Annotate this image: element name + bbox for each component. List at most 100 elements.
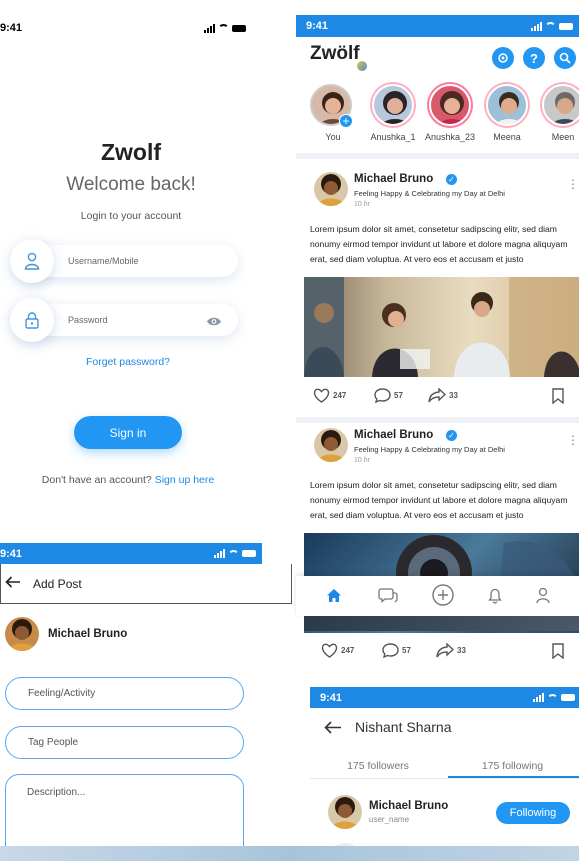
comment-icon xyxy=(382,643,399,658)
system-icons xyxy=(204,23,246,33)
post-place[interactable]: Delhi xyxy=(488,189,505,198)
add-post-username: Michael Bruno xyxy=(48,628,128,640)
like-button[interactable]: 247 xyxy=(321,643,354,658)
feed-logo: Zwölf xyxy=(310,43,360,64)
share-icon xyxy=(436,643,454,658)
post-time: 10 hr xyxy=(354,201,370,208)
following-screen: 9:41 Nishant Sharna 175 followers 175 fo… xyxy=(310,687,579,861)
avatar xyxy=(314,172,348,206)
post-status-text: Feeling Happy & Celebrating my Day at xyxy=(354,189,486,198)
story-item[interactable]: Meena xyxy=(481,82,533,142)
system-icons xyxy=(533,693,575,702)
status-bar: 9:41 xyxy=(0,22,262,34)
divider xyxy=(296,417,579,423)
back-arrow-icon[interactable] xyxy=(5,575,21,593)
post-place[interactable]: Delhi xyxy=(488,445,505,454)
story-item[interactable]: Meen xyxy=(537,82,579,142)
signup-link[interactable]: Sign up here xyxy=(155,474,215,486)
bottom-nav xyxy=(296,576,579,616)
avatar xyxy=(328,795,362,829)
status-time: 9:41 xyxy=(0,547,23,560)
post-author[interactable]: Michael Bruno xyxy=(354,429,433,441)
add-post-status-bar: 9:41 xyxy=(0,543,262,564)
story-you[interactable]: + You xyxy=(308,82,358,142)
post-author[interactable]: Michael Bruno xyxy=(354,173,433,185)
help-icon[interactable]: ? xyxy=(523,47,545,69)
post-image[interactable] xyxy=(304,277,579,377)
home-icon[interactable] xyxy=(326,588,342,608)
username-input[interactable]: Username/Mobile xyxy=(68,256,139,266)
comment-count: 57 xyxy=(394,391,403,400)
plus-icon[interactable] xyxy=(432,584,454,611)
profile-status-bar: 9:41 xyxy=(310,687,579,708)
like-button[interactable]: 247 xyxy=(313,388,346,403)
bookmark-icon[interactable] xyxy=(552,388,564,409)
status-time: 9:41 xyxy=(0,22,23,34)
post-text: Lorem ipsum dolor sit amet, consetetur s… xyxy=(310,224,568,264)
story-item[interactable]: Anushka_1 xyxy=(365,82,421,142)
share-button[interactable]: 33 xyxy=(436,643,466,658)
post-card: Michael Bruno ✓ Feeling Happy & Celebrat… xyxy=(296,170,579,420)
following-button-label: Following xyxy=(509,807,557,819)
divider xyxy=(310,778,579,779)
verified-icon: ✓ xyxy=(446,430,457,441)
feeling-field[interactable]: Feeling/Activity xyxy=(5,677,244,710)
eye-icon[interactable] xyxy=(206,314,222,332)
password-field[interactable]: Password xyxy=(22,304,238,336)
share-button[interactable]: 33 xyxy=(428,388,458,403)
add-post-title: Add Post xyxy=(33,576,82,591)
login-screen: 9:41 Zwolf Welcome back! Login to your a… xyxy=(0,0,262,530)
user-circle-icon[interactable] xyxy=(492,47,514,69)
post-text: Lorem ipsum dolor sit amet, consetetur s… xyxy=(310,480,568,520)
divider xyxy=(296,153,579,159)
following-button[interactable]: Following xyxy=(496,802,570,824)
story-name: You xyxy=(325,132,341,142)
app-title: Zwolf xyxy=(100,139,162,165)
post-status: Feeling Happy & Celebrating my Day at De… xyxy=(354,445,505,454)
add-story-icon[interactable]: + xyxy=(339,114,353,128)
forgot-password-link[interactable]: Forget password? xyxy=(0,356,256,368)
user-icon xyxy=(10,239,54,283)
tab-following[interactable]: 175 following xyxy=(446,760,579,772)
share-count: 33 xyxy=(449,391,458,400)
status-time: 9:41 xyxy=(306,20,329,32)
tag-people-field[interactable]: Tag People xyxy=(5,726,244,759)
post-image[interactable] xyxy=(304,616,579,631)
like-count: 247 xyxy=(341,646,355,655)
profile-name: Nishant Sharna xyxy=(355,719,452,735)
tab-followers[interactable]: 175 followers xyxy=(310,760,446,772)
comment-icon xyxy=(374,388,391,403)
chat-icon[interactable] xyxy=(378,587,398,608)
story-name: Meena xyxy=(493,132,521,142)
post-status: Feeling Happy & Celebrating my Day at De… xyxy=(354,189,505,198)
lock-icon xyxy=(10,298,54,342)
comment-count: 57 xyxy=(402,646,411,655)
story-name: Anushka_1 xyxy=(370,132,416,142)
following-user-handle: user_name xyxy=(369,815,410,824)
system-icons xyxy=(214,549,256,558)
bookmark-icon[interactable] xyxy=(552,643,564,664)
following-user-name[interactable]: Michael Bruno xyxy=(369,800,448,812)
search-icon[interactable] xyxy=(554,47,576,69)
system-icons xyxy=(531,21,573,31)
back-arrow-icon[interactable] xyxy=(324,721,342,739)
comment-button[interactable]: 57 xyxy=(382,643,411,658)
story-item[interactable]: Anushka_23 xyxy=(422,82,478,142)
avatar xyxy=(314,428,348,462)
no-account-text: Don't have an account? xyxy=(41,474,152,486)
heart-icon xyxy=(313,388,330,403)
heart-icon xyxy=(321,643,338,658)
share-count: 33 xyxy=(457,646,466,655)
like-count: 247 xyxy=(333,391,347,400)
post-time: 10 hr xyxy=(354,457,370,464)
password-input[interactable]: Password xyxy=(68,315,108,325)
story-name: Anushka_23 xyxy=(424,132,476,142)
username-field[interactable]: Username/Mobile xyxy=(22,245,238,277)
bell-icon[interactable] xyxy=(488,588,502,609)
signin-button[interactable]: Sign in xyxy=(74,416,182,449)
more-icon[interactable]: ⋮ xyxy=(567,434,579,446)
profile-icon[interactable] xyxy=(536,587,550,609)
comment-button[interactable]: 57 xyxy=(374,388,403,403)
logo-dot-icon xyxy=(357,61,367,71)
more-icon[interactable]: ⋮ xyxy=(567,178,579,190)
